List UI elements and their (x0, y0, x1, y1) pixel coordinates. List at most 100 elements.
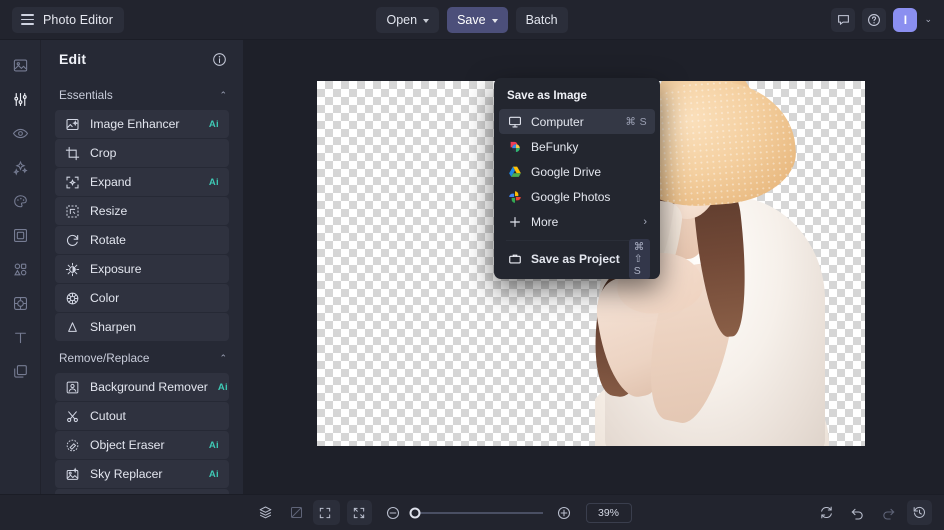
layers-icon (258, 505, 273, 520)
save-as-image-menu: Save as Image Computer ⌘ S (494, 78, 660, 279)
zoom-slider-track[interactable] (415, 512, 543, 514)
redo-button[interactable] (876, 500, 901, 525)
rail-item-adjust[interactable] (5, 84, 35, 114)
compare-button[interactable] (284, 500, 309, 525)
app-menu-button[interactable]: Photo Editor (12, 7, 124, 33)
panel-content: Essentials ⌃ Image Enhancer Ai (41, 78, 243, 494)
rail-item-text[interactable] (5, 322, 35, 352)
expand-icon (65, 175, 80, 190)
help-button[interactable] (862, 8, 886, 32)
zoom-out-button[interactable] (381, 500, 406, 525)
tool-exposure[interactable]: Exposure (55, 255, 229, 283)
fit-to-screen-button[interactable] (347, 500, 372, 525)
history-icon (912, 505, 927, 520)
rail-item-edit-image[interactable] (5, 50, 35, 80)
tool-label: Object Eraser (90, 438, 165, 452)
feedback-button[interactable] (831, 8, 855, 32)
befunky-logo-icon (507, 139, 522, 154)
overlay-icon (12, 295, 29, 312)
rail-item-layers[interactable] (5, 356, 35, 386)
save-menu-item-more[interactable]: More › (499, 209, 655, 234)
save-menu-item-computer[interactable]: Computer ⌘ S (499, 109, 655, 134)
rail-item-retouch[interactable] (5, 118, 35, 148)
edit-panel: Edit Essentials ⌃ (40, 40, 243, 494)
color-wheel-icon (65, 291, 80, 306)
history-button[interactable] (907, 500, 932, 525)
image-enhance-icon (65, 117, 80, 132)
rail-item-graphics[interactable] (5, 254, 35, 284)
reset-button[interactable] (814, 500, 839, 525)
tool-rail (0, 40, 40, 494)
save-as-project-item[interactable]: Save as Project ⌘ ⇧ S (499, 246, 655, 271)
user-avatar[interactable]: I (893, 8, 917, 32)
tool-label: Sharpen (90, 320, 136, 334)
panel-title: Edit (59, 51, 86, 67)
bottom-left-tools (0, 500, 340, 525)
save-menu-item-befunky[interactable]: BeFunky (499, 134, 655, 159)
fit-to-screen-icon (352, 506, 366, 520)
info-button[interactable] (212, 52, 227, 67)
bottom-toolbar: 39% (0, 494, 944, 530)
menu-item-label: Google Photos (531, 190, 610, 204)
save-button[interactable]: Save (447, 7, 508, 33)
sliders-icon (12, 91, 29, 108)
info-circle-icon (212, 52, 227, 67)
layers-button[interactable] (253, 500, 278, 525)
batch-button[interactable]: Batch (516, 7, 568, 33)
bottom-right-tools (814, 500, 944, 525)
tool-object-eraser[interactable]: Object Eraser Ai (55, 431, 229, 459)
google-photos-icon (507, 189, 522, 204)
ai-badge: Ai (209, 177, 219, 188)
tool-label: Crop (90, 146, 116, 160)
tool-rotate[interactable]: Rotate (55, 226, 229, 254)
zoom-level-value[interactable]: 39% (586, 503, 632, 523)
group-header-essentials[interactable]: Essentials ⌃ (41, 78, 243, 110)
sky-replacer-icon (65, 467, 80, 482)
rail-item-effects[interactable] (5, 152, 35, 182)
rail-item-frames[interactable] (5, 220, 35, 250)
briefcase-icon (507, 251, 522, 266)
tool-label: Rotate (90, 233, 126, 247)
fullscreen-button[interactable] (313, 500, 338, 525)
zoom-slider-handle[interactable] (409, 507, 420, 518)
zoom-slider[interactable] (415, 512, 543, 514)
scissors-icon (65, 409, 80, 424)
menu-item-label: Computer (531, 115, 584, 129)
rail-item-overlays[interactable] (5, 288, 35, 318)
menu-item-shortcut: ⌘ S (625, 116, 647, 128)
save-menu-item-google-photos[interactable]: Google Photos (499, 184, 655, 209)
open-button[interactable]: Open (376, 7, 439, 33)
zoom-in-button[interactable] (552, 500, 577, 525)
chevron-down-icon (492, 19, 498, 23)
undo-button[interactable] (845, 500, 870, 525)
undo-icon (850, 505, 865, 520)
app-title: Photo Editor (43, 13, 113, 27)
rail-item-artsy[interactable] (5, 186, 35, 216)
tool-cutout[interactable]: Cutout (55, 402, 229, 430)
question-mark-circle-icon (867, 13, 881, 27)
tool-sky-replacer[interactable]: Sky Replacer Ai (55, 460, 229, 488)
tool-label: Background Remover (90, 380, 208, 394)
zoom-in-icon (556, 505, 572, 521)
group-header-remove-replace[interactable]: Remove/Replace ⌃ (41, 341, 243, 373)
ai-badge: Ai (218, 382, 228, 393)
compare-icon (289, 505, 304, 520)
tool-sharpen[interactable]: Sharpen (55, 313, 229, 341)
exposure-icon (65, 262, 80, 277)
tool-resize[interactable]: Resize (55, 197, 229, 225)
account-chevron-down-icon[interactable]: ⌄ (924, 14, 932, 25)
tool-expand[interactable]: Expand Ai (55, 168, 229, 196)
plus-icon (507, 214, 522, 229)
reset-icon (819, 505, 834, 520)
tool-crop[interactable]: Crop (55, 139, 229, 167)
group-label: Remove/Replace (59, 351, 150, 365)
tool-image-enhancer[interactable]: Image Enhancer Ai (55, 110, 229, 138)
group-label: Essentials (59, 88, 113, 102)
fullscreen-icon (318, 506, 332, 520)
menu-item-label: BeFunky (531, 140, 578, 154)
tool-background-remover[interactable]: Background Remover Ai (55, 373, 229, 401)
tool-color[interactable]: Color (55, 284, 229, 312)
chat-bubble-icon (837, 13, 850, 26)
redo-icon (881, 505, 896, 520)
save-menu-item-google-drive[interactable]: Google Drive (499, 159, 655, 184)
